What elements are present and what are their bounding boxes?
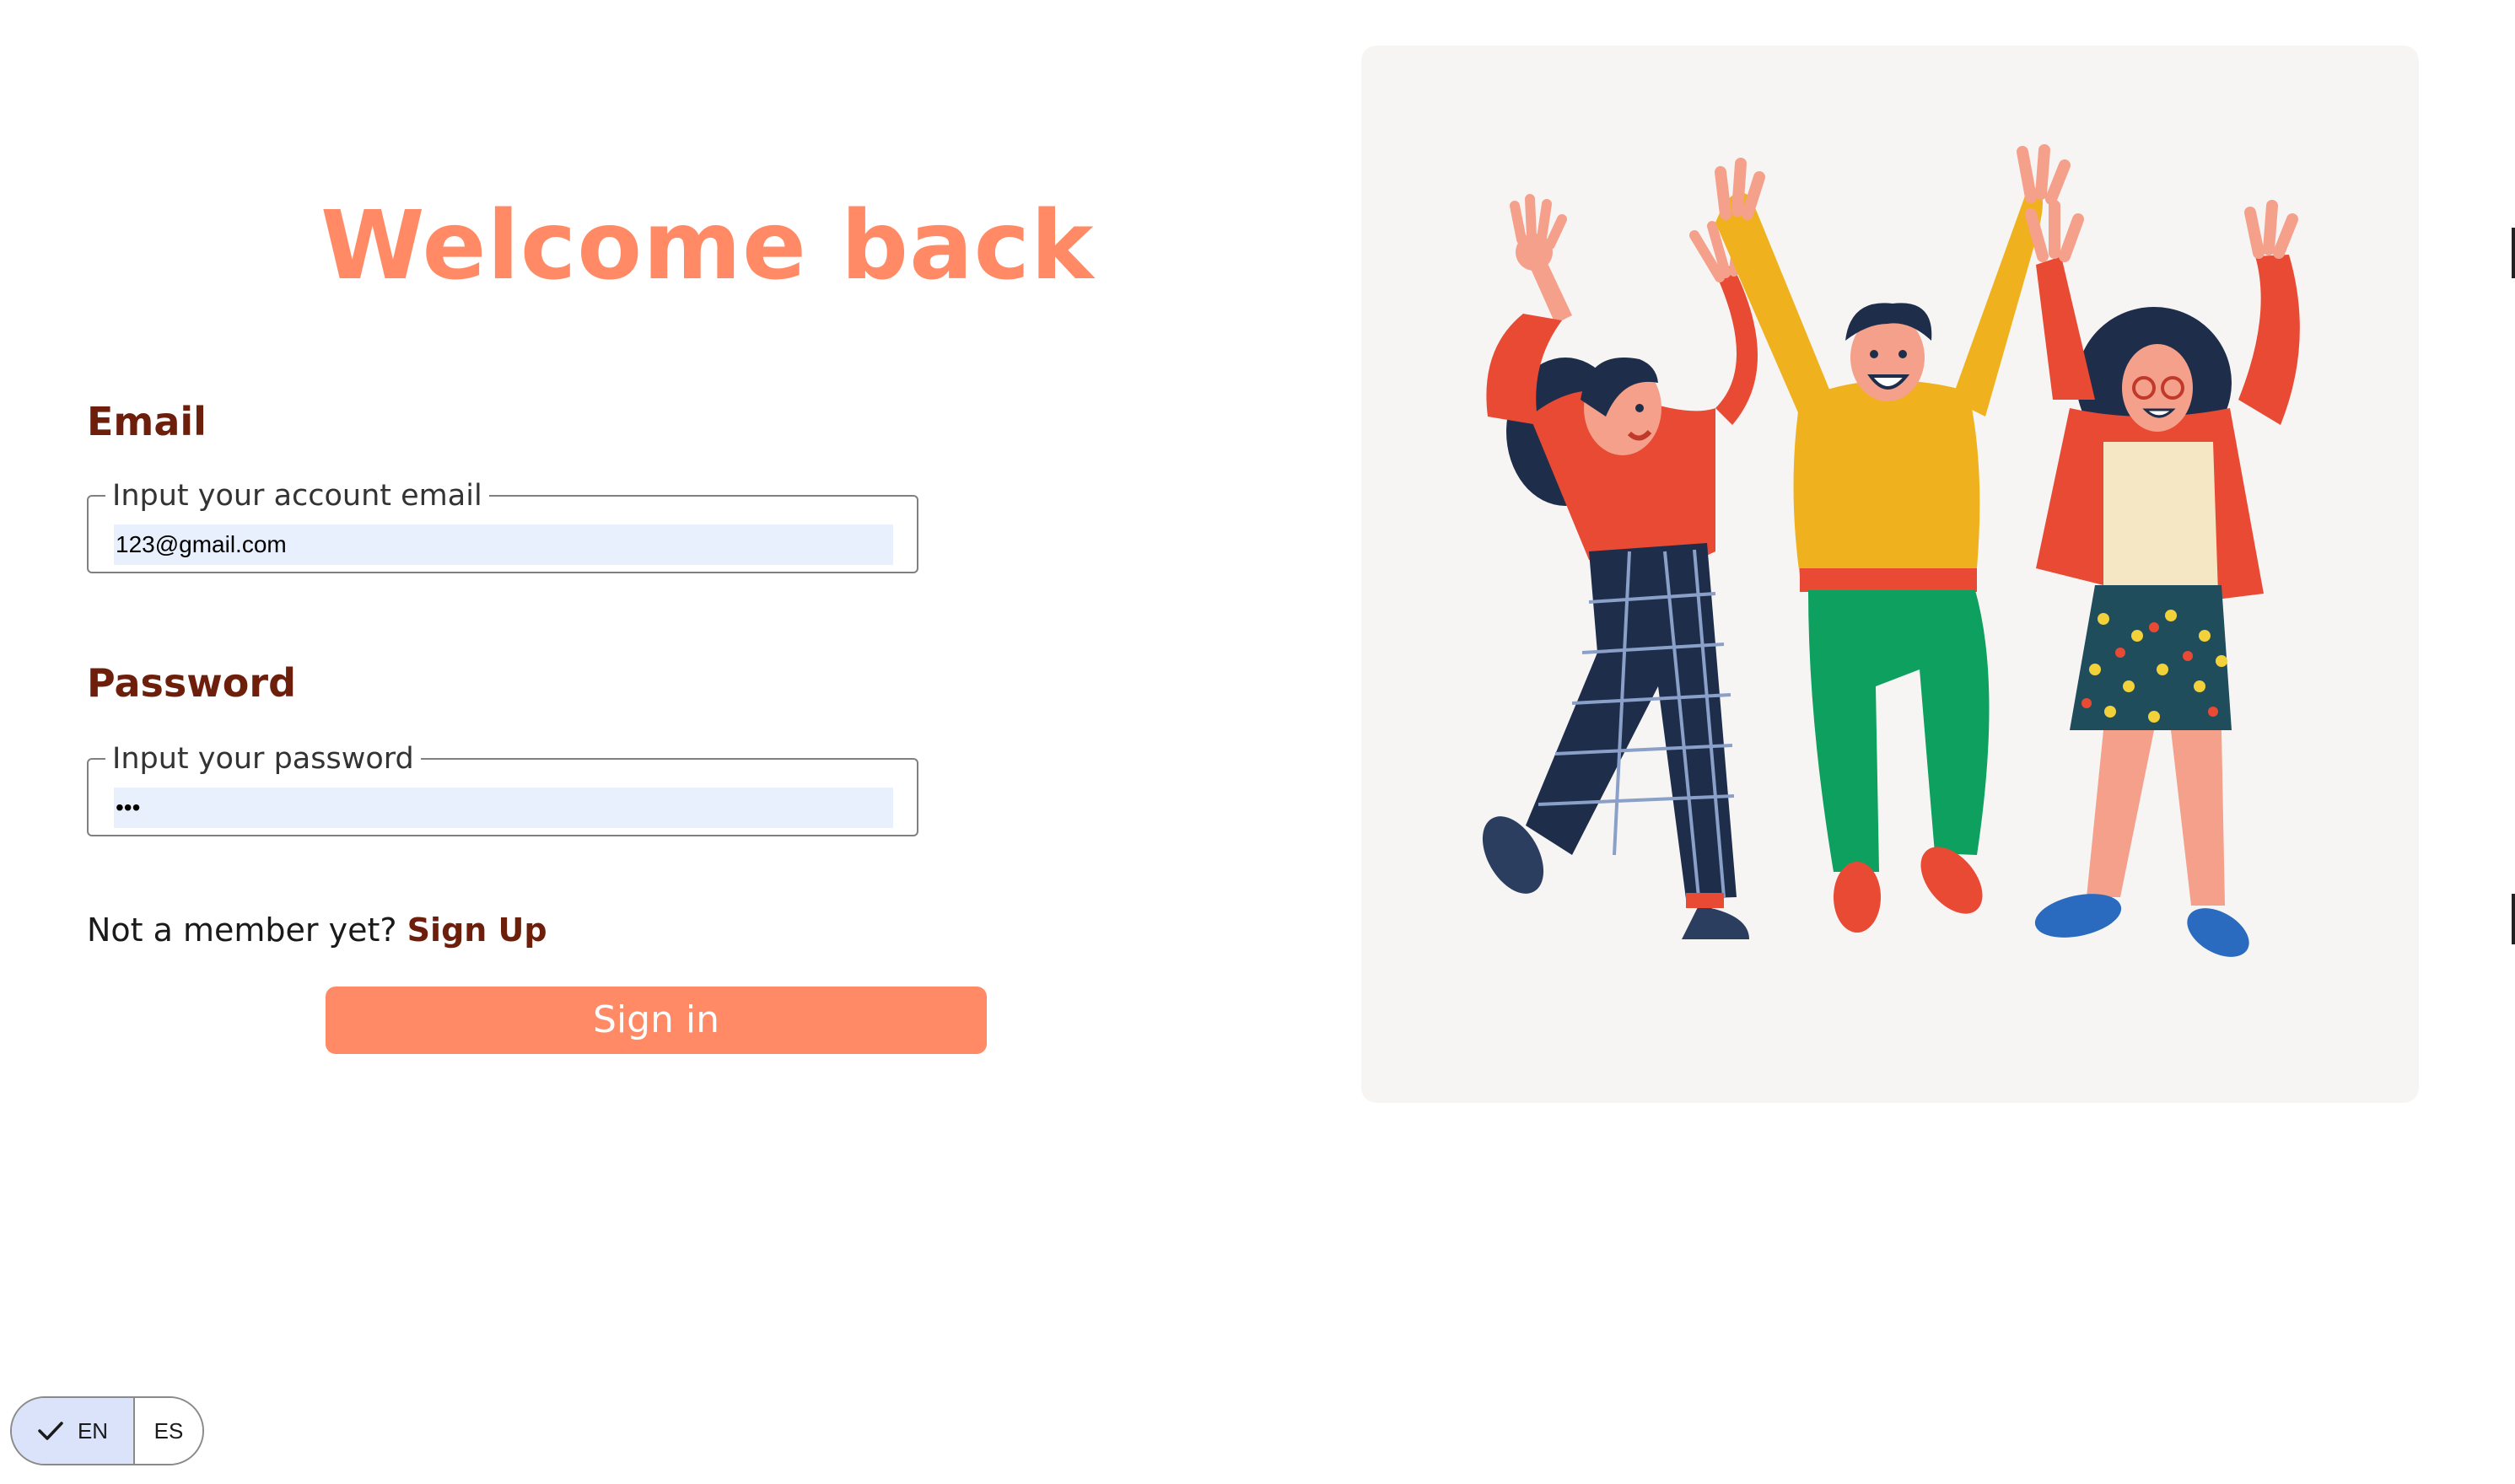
language-option-es[interactable]: ES — [135, 1398, 202, 1464]
person-right — [2025, 200, 2300, 957]
celebrating-people-illustration — [1482, 144, 2300, 957]
password-label: Password — [87, 660, 296, 706]
person-middle — [1715, 144, 2071, 933]
language-label-en: EN — [77, 1417, 109, 1444]
signup-prompt-text: Not a member yet? — [87, 911, 397, 949]
check-icon — [37, 1420, 64, 1442]
email-field: Input your account email — [87, 481, 918, 573]
password-legend: Input your password — [112, 742, 414, 776]
signup-link[interactable]: Sign Up — [407, 911, 547, 949]
login-page: Welcome back Email Input your account em… — [0, 0, 2515, 1484]
edge-mark — [2512, 228, 2515, 278]
signup-prompt: Not a member yet? Sign Up — [87, 907, 547, 953]
password-field: Input your password — [87, 744, 918, 836]
language-toggle: EN ES — [10, 1396, 204, 1465]
sign-in-button[interactable]: Sign in — [326, 987, 987, 1054]
password-input[interactable] — [114, 788, 893, 828]
page-title: Welcome back — [320, 191, 1095, 301]
edge-mark — [2512, 894, 2515, 944]
language-option-en[interactable]: EN — [12, 1398, 135, 1464]
email-legend: Input your account email — [112, 479, 482, 513]
person-left — [1482, 194, 1758, 939]
language-label-es: ES — [153, 1417, 184, 1444]
illustration-card — [1361, 46, 2419, 1103]
email-input[interactable] — [114, 524, 893, 565]
email-label: Email — [87, 399, 207, 444]
